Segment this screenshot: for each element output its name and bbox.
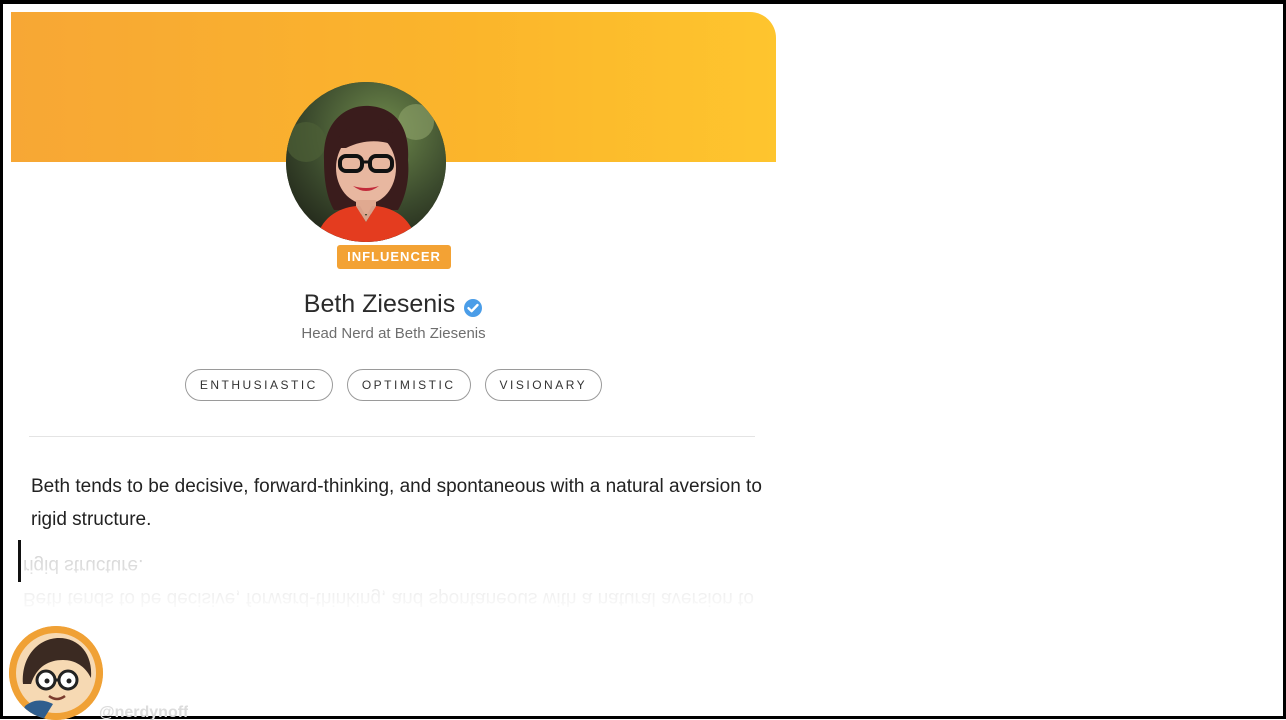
profile-name-row: Beth Ziesenis — [11, 286, 776, 322]
profile-photo-image — [286, 82, 446, 242]
trait-tag-enthusiastic[interactable]: ENTHUSIASTIC — [184, 369, 333, 401]
trait-tag-optimistic[interactable]: OPTIMISTIC — [346, 369, 471, 401]
description-reflection: Beth tends to be decisive, forward-think… — [23, 555, 754, 609]
reflection-edge — [18, 540, 21, 582]
cartoon-avatar-icon — [9, 626, 103, 720]
presenter-avatar — [9, 626, 103, 720]
trait-list: ENTHUSIASTIC OPTIMISTIC VISIONARY — [11, 369, 776, 401]
section-divider — [29, 436, 755, 437]
presenter-handle: @nerdynoff — [99, 704, 189, 720]
profile-headline: Head Nerd at Beth Ziesenis — [301, 325, 486, 342]
personality-description: Beth tends to be decisive, forward-think… — [31, 476, 762, 530]
profile-name: Beth Ziesenis — [303, 290, 456, 318]
verified-check-icon — [463, 292, 483, 318]
influencer-badge: INFLUENCER — [337, 245, 451, 269]
profile-photo[interactable] — [286, 82, 446, 242]
profile-card: INFLUENCER Beth Ziesenis Head Nerd at Be… — [11, 12, 776, 622]
slide-frame: INFLUENCER Beth Ziesenis Head Nerd at Be… — [0, 0, 1286, 720]
trait-tag-visionary[interactable]: VISIONARY — [484, 369, 603, 401]
